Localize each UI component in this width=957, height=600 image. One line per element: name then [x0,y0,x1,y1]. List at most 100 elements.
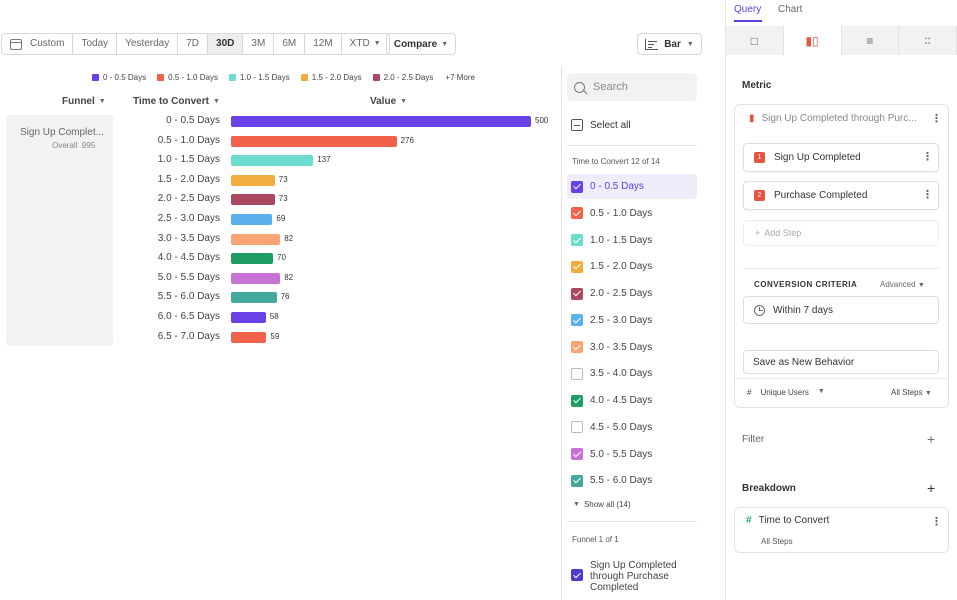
bar[interactable] [231,233,281,245]
more-options-icon[interactable]: ⋮ [922,150,933,163]
breakdown-card[interactable] [734,507,949,553]
chevron-down-icon: ▼ [924,390,932,397]
bar-value-label: 76 [280,292,290,302]
funnel-step-1[interactable]: 1 Sign Up Completed [743,143,939,172]
date-button-7d[interactable]: 7D [178,34,209,54]
more-options-icon[interactable]: ⋮ [931,112,942,125]
filter-item[interactable]: 0 - 0.5 Days [567,174,697,199]
bar-value-label: 276 [400,135,414,145]
filter-item[interactable]: 3.5 - 4.0 Days [567,361,697,386]
tab-chart[interactable]: Chart [778,4,802,15]
legend-swatch [92,74,99,81]
filter-item[interactable]: 4.0 - 4.5 Days [567,388,697,413]
more-options-icon[interactable]: ⋮ [931,515,942,528]
filter-item[interactable]: 4.5 - 5.0 Days [567,415,697,440]
checkbox-icon [571,421,583,434]
bar[interactable] [231,272,281,284]
bar[interactable] [231,116,531,127]
filter-item[interactable]: 5.5 - 6.0 Days [567,468,697,493]
filter-item[interactable]: 2.0 - 2.5 Days [567,281,697,306]
filter-item[interactable]: 1.0 - 1.5 Days [567,228,697,253]
divider [567,145,697,146]
funnel-step-2[interactable]: 2 Purchase Completed [743,181,939,210]
value-column-header[interactable]: Value ▼ [370,96,407,107]
legend-item[interactable]: 1.5 - 2.0 Days [300,73,362,82]
bar-row: 4.0 - 4.5 Days 70 [120,249,560,268]
bar[interactable] [231,331,267,343]
funnel-column-header[interactable]: Funnel ▼ [62,96,106,107]
dot-grid-icon: ∶∶ [924,33,931,48]
filter-item[interactable]: 2.5 - 3.0 Days [567,308,697,333]
search-box[interactable] [567,73,697,101]
compare-button[interactable]: Compare ▼ [386,33,456,55]
select-all-checkbox[interactable]: Select all [571,119,631,131]
date-button-custom[interactable]: Custom [2,34,74,54]
bar[interactable] [231,312,266,323]
bar[interactable] [231,174,275,186]
bar-value-label: 500 [535,116,549,125]
steps-scope-dropdown[interactable]: All Steps ▼ [891,388,932,397]
bar[interactable] [231,253,273,265]
date-button-30d[interactable]: 30D [208,34,244,54]
save-behavior-button[interactable]: Save as New Behavior [743,350,939,374]
bar-category-label: 0.5 - 1.0 Days [157,134,220,146]
tab-flow-chart[interactable]: ≡ [842,26,900,55]
date-button-6m[interactable]: 6M [274,34,306,54]
legend-item[interactable]: 0.5 - 1.0 Days [157,73,218,82]
chevron-down-icon: ▼ [98,98,106,105]
legend-more-link[interactable]: +7 More [445,73,475,82]
conversion-window[interactable]: Within 7 days [743,296,939,324]
time-to-convert-column-header[interactable]: Time to Convert ▼ [133,96,220,107]
date-button-xtd[interactable]: XTD ▼ [341,34,389,54]
legend-item[interactable]: 1.0 - 1.5 Days [228,73,290,82]
bar-category-label: 5.0 - 5.5 Days [157,271,220,283]
show-all-link[interactable]: ▼ Show all (14) [573,500,631,509]
add-step-button[interactable]: + Add Step [743,220,939,246]
tab-funnel-chart[interactable]: ▮​▯ [783,26,842,55]
chart-type-button[interactable]: Bar ▼ [637,33,702,55]
filter-item[interactable]: 5.0 - 5.5 Days [567,442,697,467]
chevron-down-icon: ▼ [917,282,925,289]
filter-item[interactable]: 3.0 - 3.5 Days [567,335,697,360]
more-options-icon[interactable]: ⋮ [922,188,933,201]
bar[interactable] [231,194,275,206]
bar-value-label: 137 [317,155,331,165]
date-button-12m[interactable]: 12M [305,34,342,54]
checkbox-icon [571,234,583,246]
filter-item[interactable]: 0.5 - 1.0 Days [567,201,697,226]
bar-category-label: 1.5 - 2.0 Days [157,173,220,185]
clock-icon [754,304,765,316]
bar[interactable] [231,292,277,304]
funnel-bar-icon: ▮​▯ [805,33,819,48]
divider [567,521,697,522]
date-button-3m[interactable]: 3M [243,34,275,54]
bar-category-label: 5.5 - 6.0 Days [157,291,220,303]
hash-icon: # [746,515,752,526]
bar[interactable] [231,214,273,225]
legend-item[interactable]: 2.0 - 2.5 Days [372,73,433,82]
bar[interactable] [231,155,314,167]
bar-chart: 0 - 0.5 Days 500 0.5 - 1.0 Days 276 1.0 - 1.… [120,112,560,352]
search-input[interactable] [593,81,693,93]
tab-grid-chart[interactable]: ∶∶ [899,26,957,55]
bar[interactable] [231,135,397,147]
checkbox-icon [571,367,583,380]
metric-name[interactable]: ▮ Sign Up Completed through Purc... [749,113,917,124]
bar-category-label: 2.5 - 3.0 Days [157,213,220,224]
tab-query[interactable]: Query [734,4,761,15]
add-filter-icon[interactable]: + [927,431,935,447]
count-dropdown[interactable]: # Unique Users ▼ [747,388,825,397]
advanced-dropdown[interactable]: Advanced ▼ [880,280,925,289]
funnel-checkbox[interactable]: Sign Up Completed through Purchase Compl… [571,560,677,593]
bar-row: 5.0 - 5.5 Days 82 [120,269,560,288]
date-button-today[interactable]: Today [73,34,118,54]
date-button-yesterday[interactable]: Yesterday [117,34,179,54]
filter-item[interactable]: 1.5 - 2.0 Days [567,254,697,279]
metric-title: Metric [742,80,772,91]
add-breakdown-icon[interactable]: + [927,480,935,496]
checkbox-icon [571,394,583,407]
tab-line-chart[interactable]: □ [726,26,784,55]
legend-item[interactable]: 0 - 0.5 Days [92,73,146,82]
bar-row: 1.0 - 1.5 Days 137 [120,151,560,170]
funnel-name: Sign Up Complet... [20,127,104,138]
